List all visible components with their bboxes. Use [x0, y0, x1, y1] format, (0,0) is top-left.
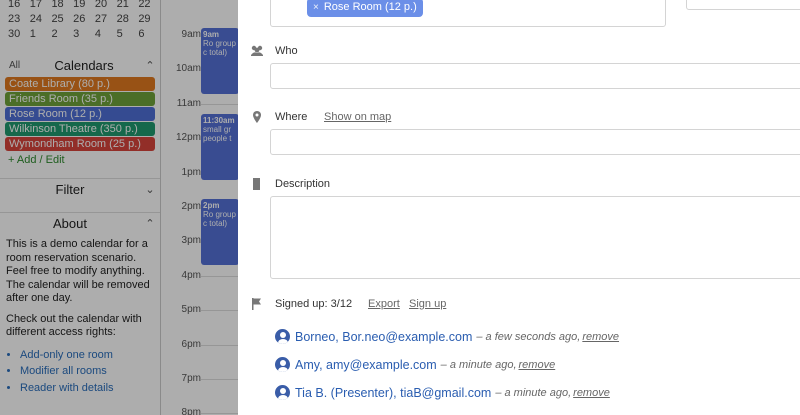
user-avatar-icon	[275, 329, 290, 344]
signup-entry: Tia B. (Presenter), tiaB@gmail.com – a mi…	[275, 385, 610, 400]
signup-name[interactable]: Amy, amy@example.com	[295, 358, 437, 372]
flag-icon	[252, 298, 261, 310]
document-icon	[253, 178, 260, 190]
signup-name[interactable]: Tia B. (Presenter), tiaB@gmail.com	[295, 386, 491, 400]
people-icon	[251, 45, 263, 56]
resource-tag-label: Rose Room (12 p.)	[323, 1, 417, 13]
event-dialog: × Rose Room (12 p.) Who Where Show on map…	[238, 0, 800, 415]
remove-tag-icon[interactable]: ×	[313, 2, 319, 13]
sign-up-link[interactable]: Sign up	[409, 298, 446, 310]
signup-time: – a few seconds ago,	[476, 330, 581, 343]
signup-entry: Amy, amy@example.com – a minute ago, remov…	[275, 357, 555, 372]
description-textarea[interactable]	[270, 196, 800, 279]
signed-up-count: Signed up: 3/12	[275, 298, 353, 310]
signup-entry: Borneo, Bor.neo@example.com – a few secon…	[275, 329, 619, 344]
remove-signup-link[interactable]: remove	[519, 359, 556, 371]
where-label: Where	[275, 111, 308, 123]
remove-signup-link[interactable]: remove	[582, 331, 619, 343]
map-marker-icon	[253, 111, 261, 123]
export-link[interactable]: Export	[368, 298, 400, 310]
who-input[interactable]	[270, 63, 800, 89]
signup-time: – a minute ago,	[495, 386, 572, 399]
description-label: Description	[275, 178, 331, 190]
resource-field[interactable]: × Rose Room (12 p.)	[270, 0, 666, 27]
where-input[interactable]	[270, 129, 800, 155]
remove-signup-link[interactable]: remove	[573, 387, 610, 399]
signup-name[interactable]: Borneo, Bor.neo@example.com	[295, 330, 472, 344]
user-avatar-icon	[275, 357, 290, 372]
resource-tag: × Rose Room (12 p.)	[307, 0, 423, 17]
user-avatar-icon	[275, 385, 290, 400]
modal-backdrop[interactable]	[0, 0, 238, 415]
side-field[interactable]	[686, 0, 800, 10]
signup-time: – a minute ago,	[440, 358, 517, 371]
who-label: Who	[275, 45, 298, 57]
show-on-map-link[interactable]: Show on map	[324, 111, 391, 123]
